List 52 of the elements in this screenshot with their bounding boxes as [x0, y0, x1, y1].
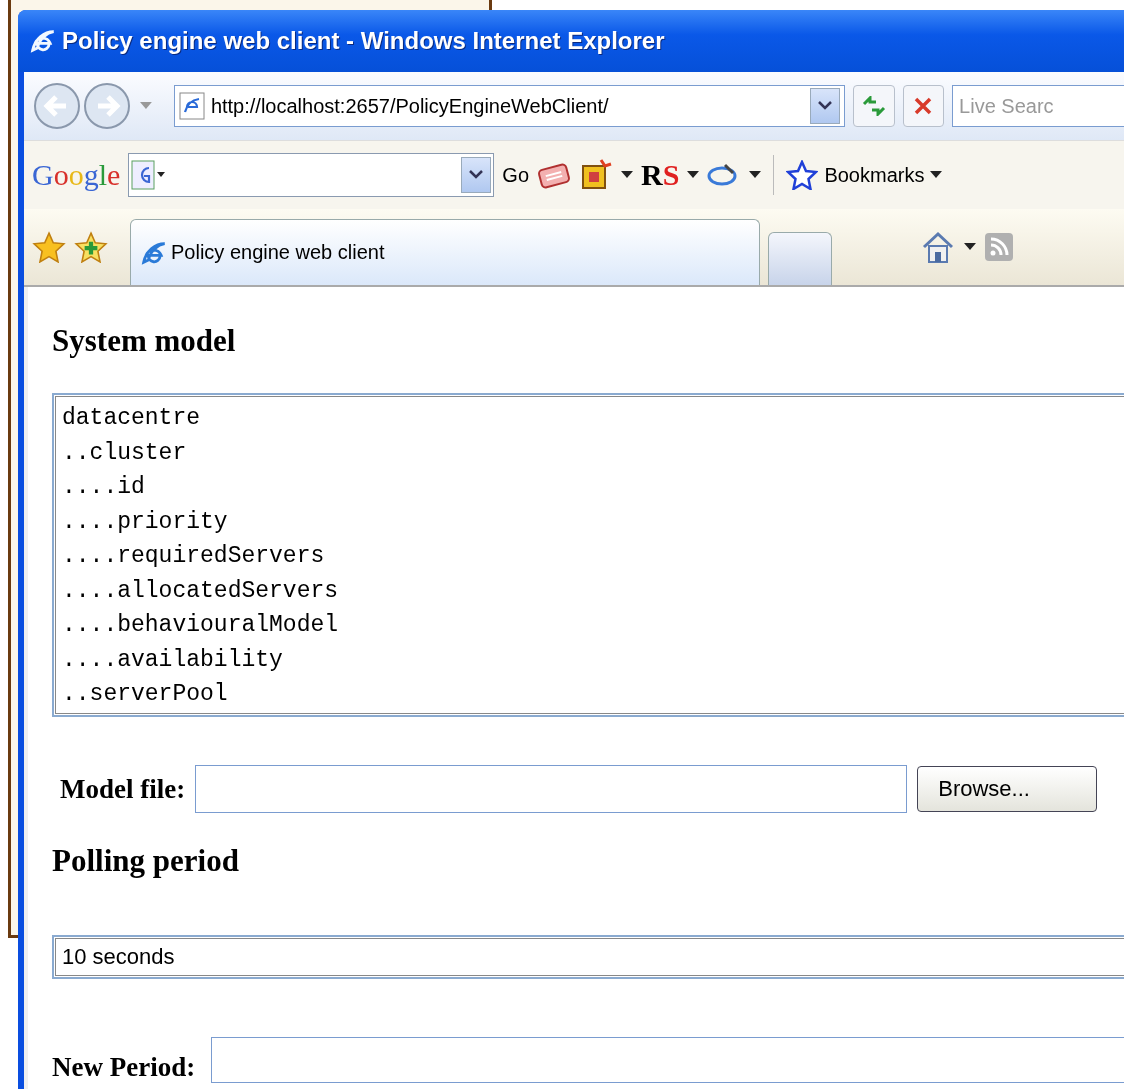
- list-item[interactable]: ....requiredServers: [62, 539, 1124, 574]
- field-label: Model file:: [60, 773, 186, 805]
- stop-button[interactable]: [902, 85, 945, 127]
- caret-icon[interactable]: [621, 171, 634, 179]
- google-logo: Google: [32, 158, 121, 192]
- url-text: http://localhost:2657/PolicyEngineWebClient/: [210, 94, 610, 118]
- browser-tab[interactable]: Policy engine web client: [130, 219, 760, 285]
- rs-button[interactable]: RS: [641, 158, 680, 192]
- back-icon[interactable]: [32, 81, 82, 131]
- browse-button[interactable]: Browse...: [917, 766, 1098, 812]
- caret-icon[interactable]: [687, 171, 700, 179]
- caret-icon: [930, 171, 943, 179]
- list-item[interactable]: ..cluster: [62, 435, 1124, 470]
- add-favorite-icon[interactable]: [74, 231, 108, 263]
- chevron-icon: [817, 101, 832, 111]
- file-path-field[interactable]: [195, 765, 908, 813]
- forward-icon[interactable]: [82, 81, 132, 131]
- favorites-star-icon[interactable]: [32, 231, 66, 263]
- dropdown-button[interactable]: [809, 88, 840, 124]
- list-item[interactable]: datacentre: [62, 401, 1124, 436]
- caret-icon[interactable]: [964, 243, 976, 251]
- star-icon: [786, 160, 819, 190]
- section-heading: System model: [52, 323, 237, 359]
- list-item[interactable]: ....allocatedServers: [62, 573, 1124, 608]
- list-item[interactable]: ....id: [62, 470, 1124, 505]
- chevron-icon: [469, 170, 484, 180]
- section-heading: Polling period: [52, 843, 240, 879]
- ie-logo-icon: [28, 27, 56, 55]
- field-label: New Period:: [52, 1052, 196, 1083]
- window-title: Policy engine web client - Windows Internet Explorer: [62, 27, 665, 55]
- google-g-icon[interactable]: [131, 160, 166, 190]
- list-item[interactable]: ....priority: [62, 504, 1124, 539]
- address-field[interactable]: http://localhost:2657/PolicyEngineWebClient/: [173, 85, 845, 127]
- list-item[interactable]: ....behaviouralModel: [62, 608, 1124, 643]
- go-button[interactable]: Go: [502, 163, 530, 187]
- period-listbox[interactable]: 10 seconds: [52, 935, 1124, 979]
- model-listbox[interactable]: datacentre ..cluster ....id ....priority ....requiredServers ....allocatedServers ....behaviouralModel ....availability ..serverPool: [52, 393, 1124, 717]
- list-item[interactable]: ....availability: [62, 642, 1124, 677]
- close-icon: [914, 97, 933, 115]
- refresh-icon: [861, 96, 886, 116]
- new-tab-button[interactable]: [768, 232, 832, 285]
- home-icon[interactable]: [920, 230, 956, 264]
- google-search-field[interactable]: [128, 153, 495, 197]
- puzzle-icon[interactable]: [579, 158, 614, 192]
- tab-title: Policy engine web client: [171, 241, 385, 264]
- refresh-button[interactable]: [852, 85, 895, 127]
- list-item[interactable]: ..serverPool: [62, 677, 1124, 712]
- caret-icon[interactable]: [749, 171, 762, 179]
- dropdown-button[interactable]: [461, 157, 492, 193]
- bookmarks-button[interactable]: Bookmarks: [786, 160, 943, 190]
- page-icon: [178, 92, 205, 120]
- new-period-field[interactable]: [211, 1037, 1124, 1083]
